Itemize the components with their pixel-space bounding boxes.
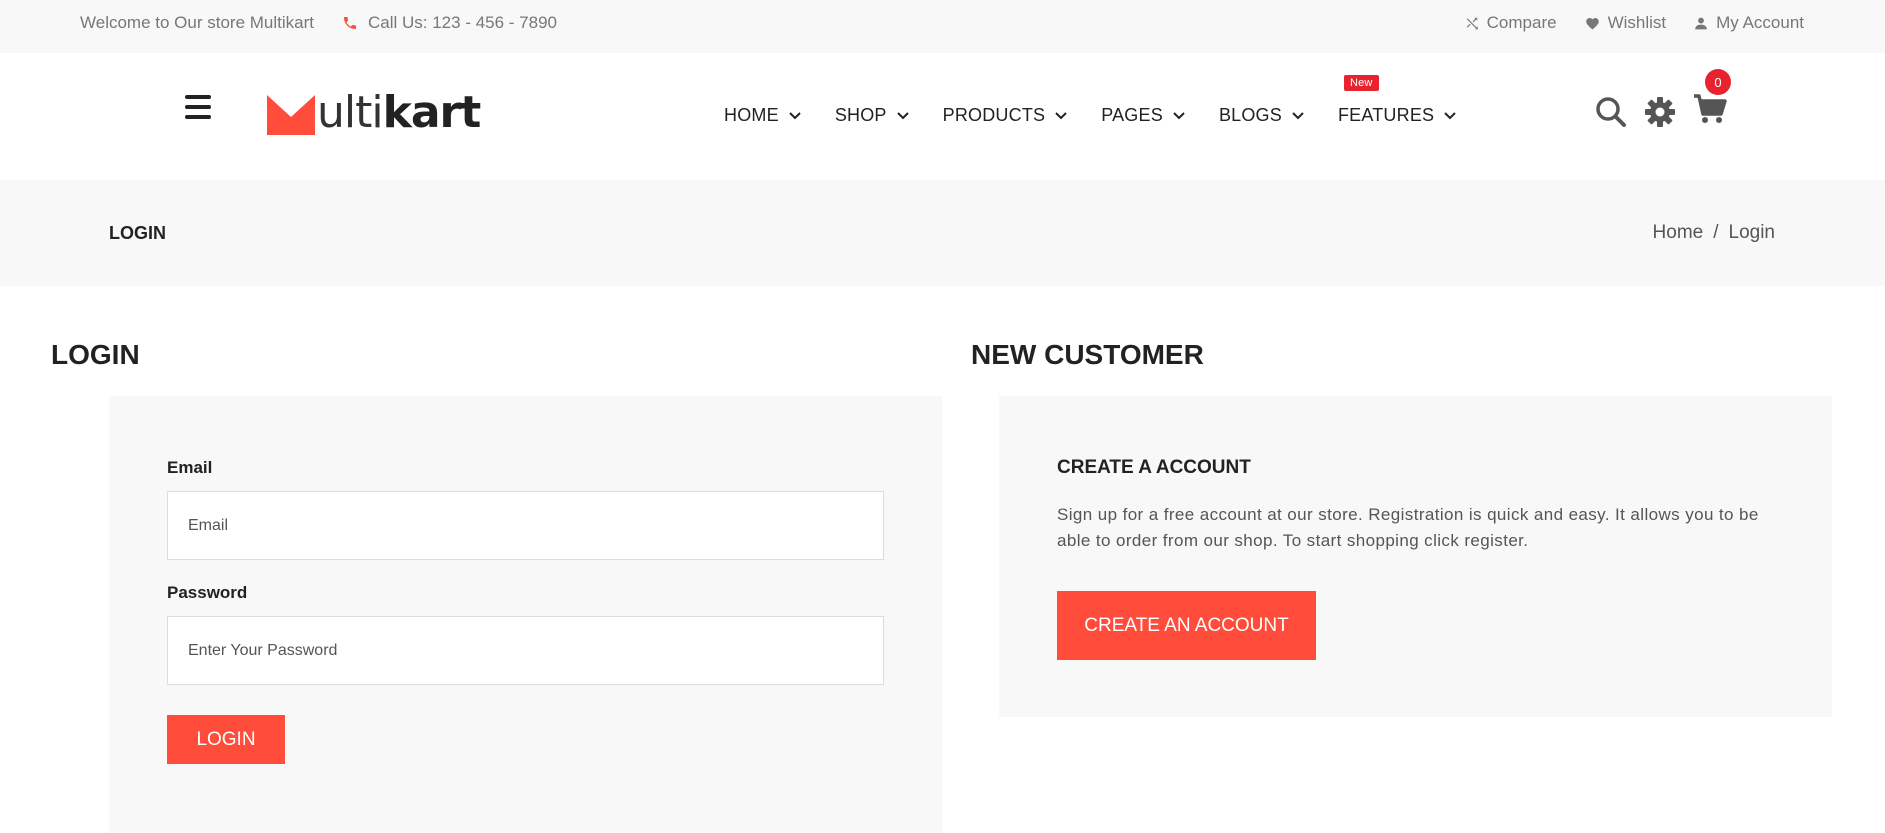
nav-features[interactable]: New FEATURES	[1338, 75, 1456, 126]
breadcrumb-strip: LOGIN Home / Login	[0, 180, 1885, 286]
login-title: LOGIN	[51, 339, 140, 370]
breadcrumb-home[interactable]: Home	[1653, 222, 1704, 244]
cart-icon	[1694, 94, 1727, 123]
heart-icon	[1585, 18, 1599, 30]
new-customer-panel: CREATE A ACCOUNT Sign up for a free acco…	[999, 396, 1832, 717]
cart-count-badge: 0	[1705, 69, 1731, 95]
call-us: Call Us: 123 - 456 - 7890	[342, 13, 557, 33]
password-label: Password	[167, 583, 248, 602]
nav-products[interactable]: PRODUCTS	[943, 105, 1068, 126]
nav-shop[interactable]: SHOP	[835, 105, 909, 126]
login-button[interactable]: LOGIN	[167, 715, 285, 764]
logo-text: ultikart	[317, 87, 481, 138]
page-title: LOGIN	[109, 223, 166, 243]
nav-home[interactable]: HOME	[724, 105, 801, 126]
nav-blogs[interactable]: BLOGS	[1219, 105, 1304, 126]
account-link[interactable]: My Account	[1694, 13, 1804, 33]
new-badge: New	[1343, 75, 1379, 91]
breadcrumb-current: Login	[1728, 222, 1776, 243]
main-nav: HOME SHOP PRODUCTS PAGES BLOGS New FEATU…	[724, 75, 1490, 126]
new-customer-title: NEW CUSTOMER	[971, 339, 1204, 370]
user-icon	[1695, 17, 1707, 29]
email-field[interactable]	[167, 491, 884, 560]
top-links: Compare Wishlist My Account	[1437, 13, 1804, 33]
chevron-down-icon	[1444, 111, 1456, 119]
chevron-down-icon	[896, 111, 909, 119]
welcome-text: Welcome to Our store Multikart	[80, 13, 314, 32]
create-account-button[interactable]: CREATE AN ACCOUNT	[1057, 591, 1316, 660]
shuffle-icon	[1466, 17, 1478, 30]
chevron-down-icon	[1292, 111, 1304, 119]
email-label: Email	[167, 458, 213, 477]
gear-icon[interactable]	[1645, 96, 1675, 127]
logo[interactable]: ultikart	[267, 87, 481, 138]
account-label: My Account	[1716, 13, 1804, 32]
call-us-text: Call Us: 123 - 456 - 7890	[368, 13, 557, 32]
login-form: Email Password LOGIN	[109, 396, 942, 833]
chevron-down-icon	[789, 111, 801, 119]
wishlist-label: Wishlist	[1607, 13, 1667, 32]
breadcrumb-separator: /	[1713, 222, 1719, 243]
phone-icon	[344, 17, 356, 29]
chevron-down-icon	[1173, 111, 1185, 119]
create-account-description: Sign up for a free account at our store.…	[1057, 505, 1759, 550]
search-icon[interactable]	[1595, 96, 1627, 128]
compare-link[interactable]: Compare	[1465, 13, 1557, 33]
menu-icon[interactable]	[185, 95, 213, 121]
create-account-heading: CREATE A ACCOUNT	[1057, 457, 1251, 478]
chevron-down-icon	[1055, 111, 1067, 119]
breadcrumb: Home / Login	[1653, 222, 1775, 244]
password-field[interactable]	[167, 616, 884, 685]
logo-mark	[267, 95, 315, 135]
top-bar: Welcome to Our store Multikart Call Us: …	[0, 0, 1885, 53]
cart[interactable]: 0	[1693, 69, 1731, 130]
nav-pages[interactable]: PAGES	[1101, 105, 1185, 126]
header-icons: 0	[1595, 69, 1731, 130]
main-header: ultikart HOME SHOP PRODUCTS PAGES BLOGS …	[0, 53, 1885, 180]
compare-label: Compare	[1486, 13, 1557, 32]
wishlist-link[interactable]: Wishlist	[1585, 13, 1667, 33]
